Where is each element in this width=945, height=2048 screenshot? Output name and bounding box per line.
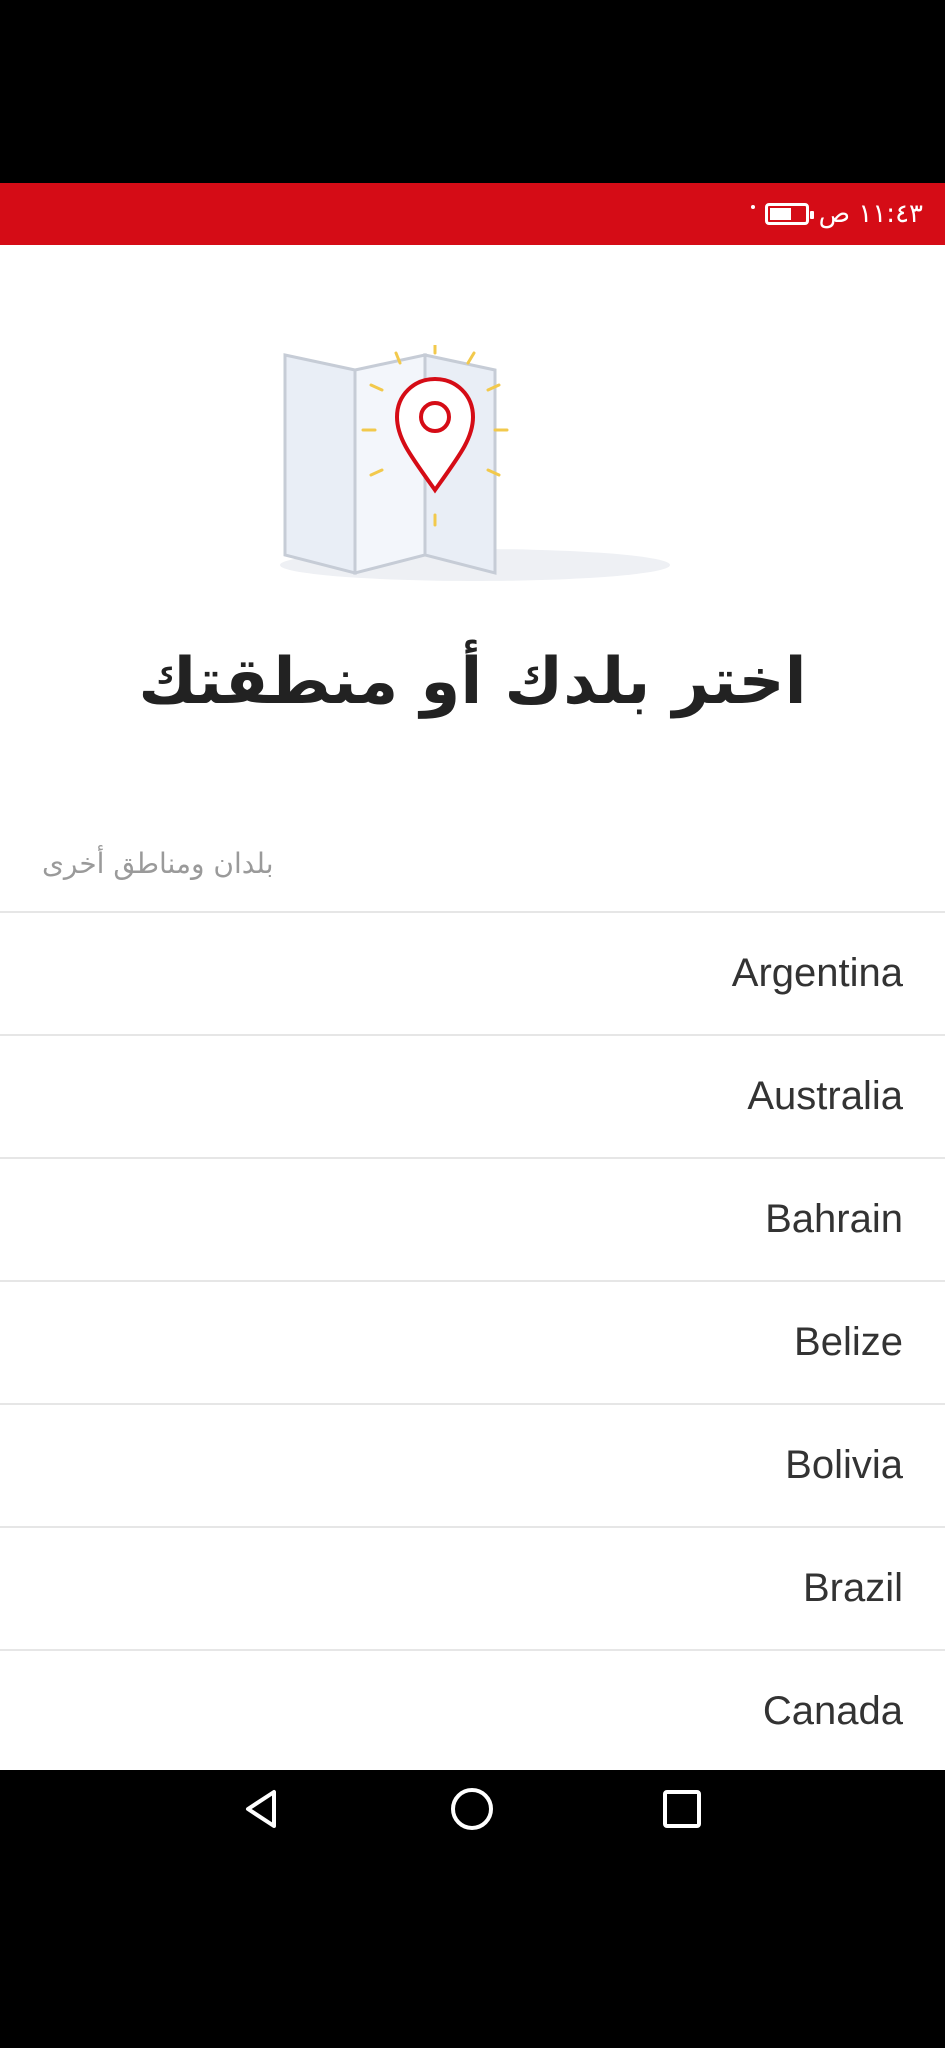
country-item-bahrain[interactable]: Bahrain [0,1159,945,1282]
country-name: Canada [762,1689,903,1733]
country-list: Argentina Australia Bahrain Belize Boliv… [0,911,945,1770]
top-bezel [0,0,945,183]
country-item-brazil[interactable]: Brazil [0,1528,945,1651]
status-time: ١١:٤٣ ص [818,199,923,229]
system-navigation-bar [0,1770,945,1848]
country-name: Australia [747,1074,903,1118]
country-selection-screen: اختر بلدك أو منطقتك بلدان ومناطق أخرى Ar… [0,245,945,1770]
bottom-bezel [0,1848,945,2048]
battery-icon [764,203,814,225]
page-title: اختر بلدك أو منطقتك [138,645,807,719]
notification-dot-icon [750,205,755,209]
status-indicators: ١١:٤٣ ص [750,183,923,245]
country-name: Bahrain [765,1197,903,1241]
country-item-bolivia[interactable]: Bolivia [0,1405,945,1528]
country-name: Brazil [802,1566,903,1610]
country-item-australia[interactable]: Australia [0,1036,945,1159]
back-triangle-icon[interactable] [238,1784,288,1834]
section-label-other-countries: بلدان ومناطق أخرى [42,847,274,880]
recents-square-icon[interactable] [657,1784,707,1834]
country-name: Argentina [731,951,903,995]
status-bar: ١١:٤٣ ص [0,183,945,245]
country-item-argentina[interactable]: Argentina [0,913,945,1036]
country-name: Belize [794,1320,903,1364]
map-with-location-pin-icon [280,345,670,581]
home-circle-icon[interactable] [447,1784,497,1834]
country-name: Bolivia [785,1443,903,1487]
country-item-canada[interactable]: Canada [0,1651,945,1770]
battery-level-fill [769,208,791,220]
country-item-belize[interactable]: Belize [0,1282,945,1405]
